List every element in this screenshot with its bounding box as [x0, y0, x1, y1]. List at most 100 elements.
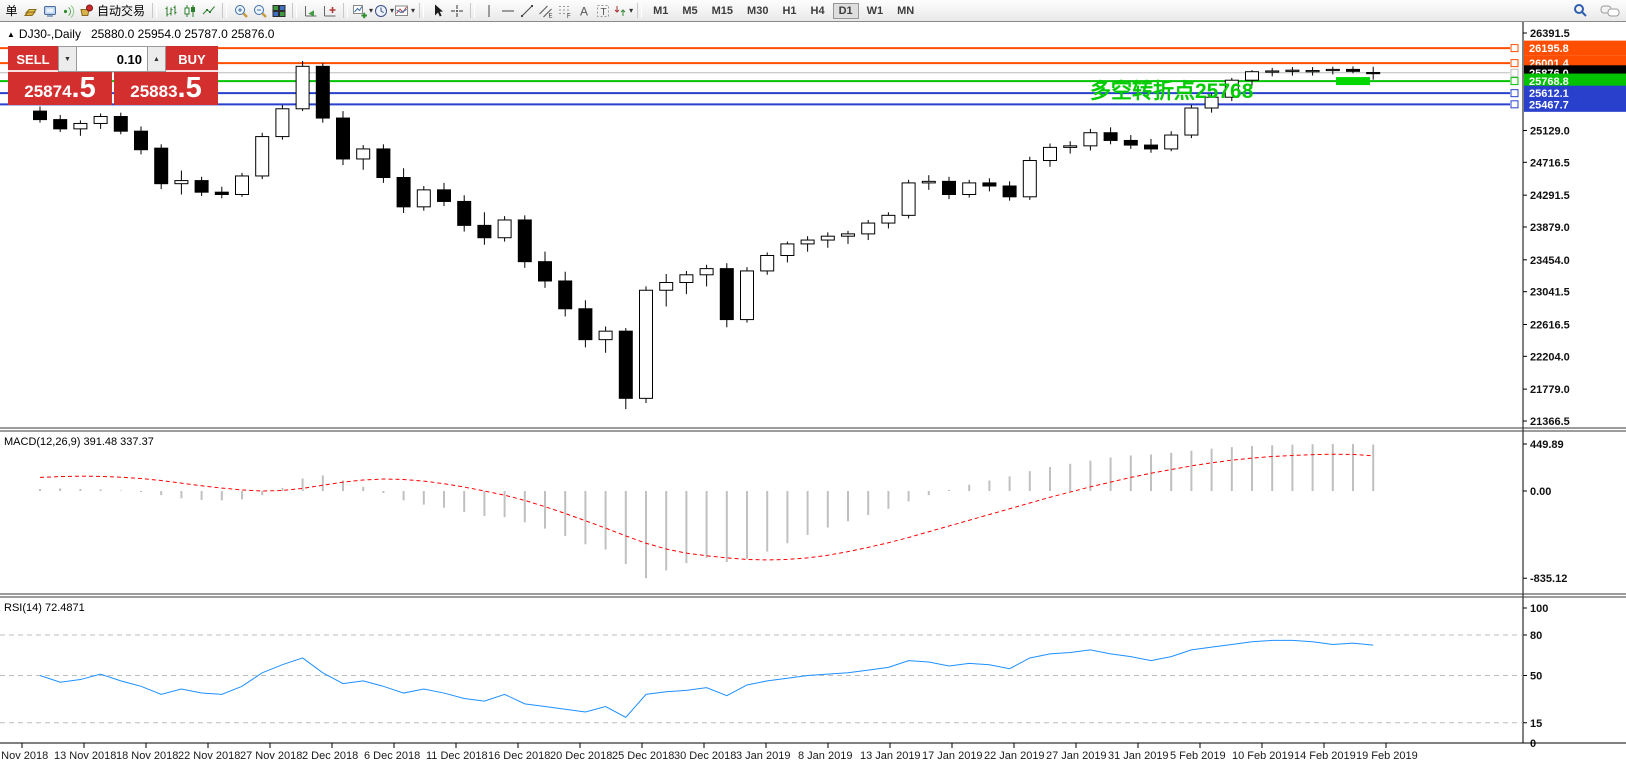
level-drag-handle-icon[interactable] [1511, 101, 1518, 108]
new-chart-icon [352, 3, 368, 19]
trendline-button[interactable] [517, 1, 536, 21]
candlestick [902, 183, 915, 215]
search-button[interactable] [1571, 1, 1590, 21]
candlestick [559, 281, 572, 309]
volume-up-button[interactable]: ▲ [147, 46, 166, 72]
toolbar-separator [637, 3, 642, 18]
candlestick [862, 223, 875, 234]
rsi-axis-label: 0 [1530, 738, 1536, 750]
periods-clock-icon [373, 3, 389, 19]
arrows-tool-button[interactable]: ▾ [612, 1, 633, 21]
trade-panel-top-row: SELL ▼ ▲ BUY [8, 46, 218, 72]
sell-button[interactable]: SELL [8, 46, 58, 72]
support-zone-highlight[interactable] [1336, 77, 1370, 85]
candlestick [296, 66, 309, 108]
candlestick [135, 131, 148, 150]
date-label: 13 Jan 2019 [860, 750, 921, 762]
candlestick [619, 331, 632, 398]
zoom-in-button[interactable] [231, 1, 250, 21]
buy-price-frac: .5 [178, 75, 202, 101]
timeframe-button-H1[interactable]: H1 [776, 3, 802, 19]
candlestick [882, 215, 895, 223]
chevron-down-icon[interactable]: ▾ [629, 6, 633, 15]
rsi-line [40, 640, 1373, 717]
rsi-indicator-label: RSI(14) 72.4871 [4, 602, 85, 614]
date-label: 31 Jan 2019 [1108, 750, 1169, 762]
candlestick [1326, 69, 1339, 70]
level-price-label[interactable]: 26195.8 [1529, 43, 1569, 55]
autoscroll-button[interactable] [301, 1, 320, 21]
text-tool-button[interactable]: A [574, 1, 593, 21]
vertical-line-icon [481, 3, 497, 19]
collapse-triangle-icon[interactable]: ▲ [7, 30, 15, 39]
buy-price[interactable]: 25883 .5 [114, 72, 218, 105]
timeframe-button-H4[interactable]: H4 [805, 3, 831, 19]
level-drag-handle-icon[interactable] [1511, 90, 1518, 97]
bars-chart-button[interactable] [161, 1, 180, 21]
tile-windows-button[interactable] [269, 1, 288, 21]
candlestick [700, 269, 713, 275]
label-tool-button[interactable]: T [593, 1, 612, 21]
volume-input[interactable] [77, 46, 147, 72]
timeframe-button-M30[interactable]: M30 [741, 3, 774, 19]
new-order-label: 单 [2, 2, 20, 19]
periods-button[interactable]: ▾ [373, 1, 394, 21]
level-drag-handle-icon[interactable] [1511, 69, 1518, 76]
horizontal-line-button[interactable] [498, 1, 517, 21]
zoom-in-icon [233, 3, 249, 19]
timeframe-button-M15[interactable]: M15 [706, 3, 739, 19]
level-drag-handle-icon[interactable] [1511, 78, 1518, 85]
vertical-line-button[interactable] [479, 1, 498, 21]
level-drag-handle-icon[interactable] [1511, 45, 1518, 52]
level-drag-handle-icon[interactable] [1511, 60, 1518, 67]
toolbar-separator [343, 3, 348, 18]
date-label: 27 Nov 2018 [240, 750, 302, 762]
candles-chart-button[interactable] [180, 1, 199, 21]
timeframe-button-D1[interactable]: D1 [833, 3, 859, 19]
chart-shift-button[interactable] [320, 1, 339, 21]
candlestick [518, 220, 531, 262]
line-chart-button[interactable] [199, 1, 218, 21]
date-label: 25 Dec 2018 [612, 750, 674, 762]
cursor-button[interactable] [428, 1, 447, 21]
zoom-out-button[interactable] [250, 1, 269, 21]
autotrading-button[interactable]: 自动交易 [78, 1, 148, 21]
chevron-down-icon[interactable]: ▾ [411, 6, 415, 15]
chat-button[interactable] [1600, 1, 1620, 21]
new-order-button[interactable]: 单 [2, 1, 21, 21]
candlestick [357, 149, 370, 159]
level-price-label[interactable]: 25467.7 [1529, 99, 1569, 111]
candlestick [1023, 161, 1036, 197]
one-click-trading-panel: SELL ▼ ▲ BUY 25874 .5 25883 .5 [8, 46, 218, 105]
timeframe-button-W1[interactable]: W1 [861, 3, 890, 19]
channel-sub-glyph: E [548, 13, 552, 19]
timeframe-button-M1[interactable]: M1 [647, 3, 674, 19]
date-label: 5 Feb 2019 [1170, 750, 1226, 762]
timeframe-button-MN[interactable]: MN [891, 3, 920, 19]
candlestick [922, 181, 935, 183]
candlestick [761, 255, 774, 270]
candlestick [256, 137, 269, 176]
new-chart-button[interactable]: ▾ [352, 1, 373, 21]
volume-down-button[interactable]: ▼ [58, 46, 77, 72]
candlestick [175, 181, 188, 184]
sell-price[interactable]: 25874 .5 [8, 72, 112, 105]
gold-button[interactable] [21, 1, 40, 21]
signals-button[interactable] [59, 1, 78, 21]
date-label: 11 Dec 2018 [426, 750, 488, 762]
macd-axis-label: 449.89 [1530, 439, 1564, 451]
candlestick [1044, 147, 1057, 160]
fibonacci-button[interactable]: F [555, 1, 574, 21]
templates-button[interactable]: ▾ [394, 1, 415, 21]
terminal-button[interactable] [40, 1, 59, 21]
candlestick [1064, 146, 1077, 148]
buy-button[interactable]: BUY [166, 46, 218, 72]
price-axis-label: 23041.5 [1530, 287, 1570, 299]
autoscroll-icon [303, 3, 319, 19]
timeframe-button-M5[interactable]: M5 [676, 3, 703, 19]
channel-button[interactable]: E [536, 1, 555, 21]
gold-icon [23, 3, 39, 19]
annotation-text[interactable]: 多空转折点25768 [1090, 79, 1254, 103]
candlestick [458, 201, 471, 225]
crosshair-button[interactable] [447, 1, 466, 21]
